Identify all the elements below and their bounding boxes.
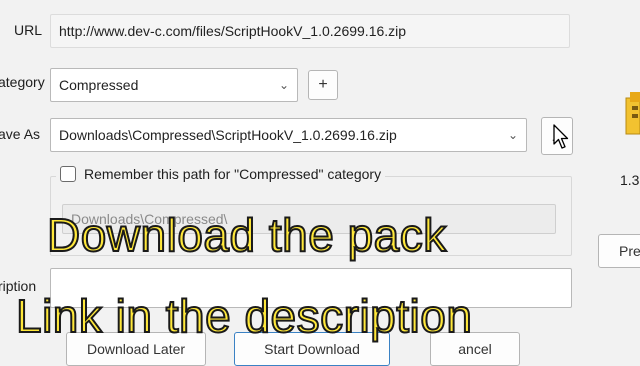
category-value: Compressed bbox=[59, 77, 139, 93]
start-download-label: Start Download bbox=[264, 341, 360, 357]
category-label: ategory bbox=[0, 74, 45, 90]
save-as-value: Downloads\Compressed\ScriptHookV_1.0.269… bbox=[59, 127, 397, 143]
remember-path-checkbox[interactable] bbox=[60, 166, 76, 182]
remember-path-label: Remember this path for "Compressed" cate… bbox=[84, 166, 382, 182]
download-later-label: Download Later bbox=[86, 341, 186, 357]
file-size-text: 1.3 bbox=[620, 172, 640, 188]
save-as-label: ave As bbox=[0, 126, 41, 142]
plus-icon: + bbox=[318, 76, 328, 93]
caption-line-1: Download the pack bbox=[46, 208, 447, 262]
url-value: http://www.dev-c.com/files/ScriptHookV_1… bbox=[59, 23, 407, 39]
chevron-down-icon: ⌄ bbox=[507, 128, 518, 142]
mouse-cursor-icon bbox=[553, 124, 569, 149]
caption-line-2: Link in the description bbox=[15, 289, 473, 343]
save-as-select[interactable]: Downloads\Compressed\ScriptHookV_1.0.269… bbox=[50, 118, 527, 152]
url-label: URL bbox=[14, 22, 43, 38]
remember-path-option[interactable]: Remember this path for "Compressed" cate… bbox=[56, 166, 386, 182]
add-category-button[interactable]: + bbox=[308, 70, 338, 100]
chevron-down-icon: ⌄ bbox=[278, 78, 289, 92]
archive-file-icon bbox=[625, 92, 640, 135]
category-select[interactable]: Compressed ⌄ bbox=[50, 68, 298, 102]
cancel-label: ancel bbox=[458, 341, 492, 357]
pre-button-label: Pre bbox=[619, 243, 640, 259]
pre-button[interactable]: Pre bbox=[598, 234, 640, 268]
url-field[interactable]: http://www.dev-c.com/files/ScriptHookV_1… bbox=[50, 14, 570, 48]
